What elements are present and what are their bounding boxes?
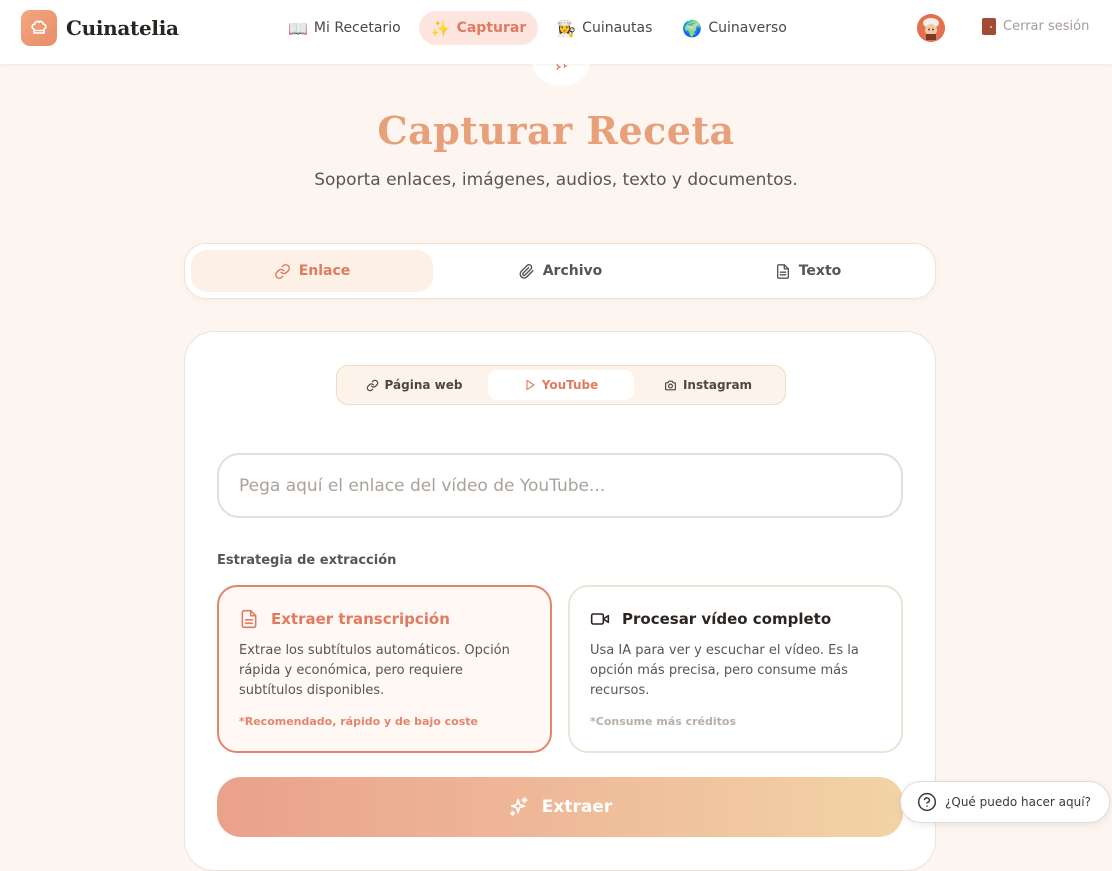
camera-icon <box>664 380 676 390</box>
option-note: *Consume más créditos <box>590 715 737 728</box>
logo-chef-hat-icon[interactable] <box>21 10 57 46</box>
option-description: Usa IA para ver y escuchar el vídeo. Es … <box>590 643 859 698</box>
help-label: ¿Qué puedo hacer aquí? <box>945 795 1091 809</box>
nav-item-label: Capturar <box>456 20 527 36</box>
video-camera-icon <box>590 613 610 625</box>
nav-item-label: Cuinaverso <box>708 20 787 36</box>
nav-item-mi-recetario[interactable]: 📖 Mi Recetario <box>276 11 413 45</box>
tab-youtube[interactable]: YouTube <box>488 370 634 400</box>
cook-icon: 👩‍🍳 <box>556 18 577 38</box>
strategy-label: Estrategia de extracción <box>217 553 397 568</box>
youtube-url-input[interactable] <box>217 453 903 518</box>
extract-button-label: Extraer <box>541 797 613 817</box>
brand-name[interactable]: Cuinatelia <box>66 16 179 40</box>
tab-archivo[interactable]: Archivo <box>439 250 681 292</box>
page-subtitle: Soporta enlaces, imágenes, audios, texto… <box>314 170 798 190</box>
input-type-tabs: Enlace Archivo Texto <box>184 243 936 299</box>
tab-label: Archivo <box>542 263 603 279</box>
option-title: Extraer transcripción <box>271 610 450 628</box>
top-navbar: Cuinatelia 📖 Mi Recetario ✨ Capturar 👩‍🍳… <box>0 0 1112 64</box>
door-icon <box>982 18 996 35</box>
capture-card: Página web YouTube Instagram Estrategia … <box>184 331 936 871</box>
sparkles-icon: ✨ <box>430 18 451 38</box>
question-circle-icon <box>917 792 937 812</box>
strategy-option-transcripcion[interactable]: Extraer transcripción Extrae los subtítu… <box>217 585 552 753</box>
extract-button[interactable]: Extraer <box>217 777 903 837</box>
nav-item-label: Mi Recetario <box>313 20 401 36</box>
tab-label: Enlace <box>298 263 351 279</box>
tab-texto[interactable]: Texto <box>687 250 929 292</box>
help-button[interactable]: ¿Qué puedo hacer aquí? <box>900 781 1110 823</box>
paperclip-icon <box>519 263 534 279</box>
source-tabs: Página web YouTube Instagram <box>336 365 786 405</box>
tab-label: Texto <box>798 263 842 279</box>
tab-label: Instagram <box>682 378 753 392</box>
option-note: *Recomendado, rápido y de bajo coste <box>239 715 478 728</box>
tab-label: YouTube <box>541 378 599 392</box>
nav-item-capturar[interactable]: ✨ Capturar <box>418 11 539 45</box>
tab-enlace[interactable]: Enlace <box>191 250 433 292</box>
book-icon: 📖 <box>288 18 308 38</box>
logout-label: Cerrar sesión <box>1003 19 1090 34</box>
link-icon <box>274 263 290 279</box>
nav-item-cuinautas[interactable]: 👩‍🍳 Cuinautas <box>544 11 664 45</box>
sparkles-icon <box>509 797 528 817</box>
document-icon <box>241 609 257 629</box>
tab-instagram[interactable]: Instagram <box>635 370 781 400</box>
option-title: Procesar vídeo completo <box>622 610 832 628</box>
tab-label: Página web <box>384 378 463 392</box>
nav-item-label: Cuinautas <box>582 20 653 36</box>
logout-button[interactable]: Cerrar sesión <box>982 18 1089 35</box>
tab-pagina-web[interactable]: Página web <box>341 370 487 400</box>
document-icon <box>776 263 789 279</box>
globe-icon: 🌍 <box>682 18 703 38</box>
link-icon <box>366 379 378 391</box>
option-description: Extrae los subtítulos automáticos. Opció… <box>239 643 510 698</box>
strategy-option-video-completo[interactable]: Procesar vídeo completo Usa IA para ver … <box>568 585 903 753</box>
page-title: Capturar Receta <box>377 108 735 153</box>
play-icon <box>526 379 535 391</box>
main-nav: 📖 Mi Recetario ✨ Capturar 👩‍🍳 Cuinautas … <box>276 11 799 45</box>
user-avatar[interactable] <box>917 14 945 42</box>
nav-item-cuinaverso[interactable]: 🌍 Cuinaverso <box>670 11 798 45</box>
